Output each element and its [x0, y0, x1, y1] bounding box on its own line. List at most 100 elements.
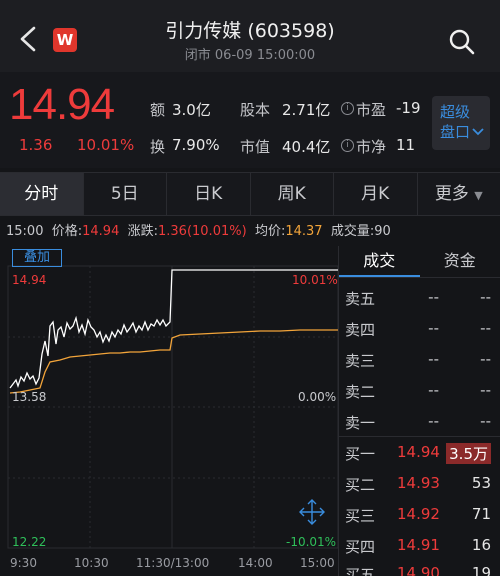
bid-volume: 19: [471, 564, 491, 576]
overlay-button[interactable]: 叠加: [12, 249, 62, 267]
info-volume-value: 90: [374, 224, 391, 239]
average-price-line: [9, 329, 338, 394]
intraday-chart[interactable]: [0, 246, 338, 576]
info-price-label: 价格:: [51, 224, 83, 239]
price-line: [9, 269, 338, 389]
y-axis-prev-close: 13.58: [12, 390, 47, 404]
x-tick: 14:00: [238, 556, 273, 570]
bid-price: 14.94: [397, 443, 440, 461]
y-axis-low: 12.22: [12, 535, 47, 549]
level2-label-line1: 超级: [440, 103, 471, 121]
bid-volume: 53: [471, 474, 491, 492]
bid-row-4: 买四 14.91 16: [339, 532, 500, 560]
ask-price: --: [428, 288, 439, 306]
info-price-value: 14.94: [82, 224, 120, 239]
period-tabs: 分时 5日 日K 周K 月K 更多 ▼: [0, 172, 500, 216]
tab-intraday[interactable]: 分时: [0, 173, 84, 215]
info-time: 15:00: [6, 224, 44, 239]
stock-title: 引力传媒 (603598): [165, 20, 335, 42]
ask-level-label: 卖三: [345, 352, 376, 370]
turnover-rate-label: 换: [150, 138, 166, 156]
pan-arrows-icon: [299, 499, 325, 525]
ask-volume: --: [480, 381, 491, 399]
shares-label: 股本: [240, 101, 271, 119]
tab-monthly-k[interactable]: 月K: [334, 173, 418, 215]
crosshair-info-bar: 15:00 价格:14.94 涨跌:1.36(10.01%) 均价:14.37 …: [0, 218, 500, 246]
ask-row-5: 卖五 -- --: [339, 284, 500, 312]
ask-row-1: 卖一 -- --: [339, 408, 500, 436]
bid-volume: 71: [471, 505, 491, 523]
bid-level-label: 买一: [345, 445, 376, 463]
bid-level-label: 买二: [345, 476, 376, 494]
pb-value: 11: [396, 136, 416, 154]
bid-level-label: 买三: [345, 507, 376, 525]
pe-label: 市盈: [356, 101, 387, 119]
tab-weekly-k[interactable]: 周K: [251, 173, 334, 215]
dropdown-triangle-icon: ▼: [474, 189, 483, 202]
ask-price: --: [428, 319, 439, 337]
bid-row-2: 买二 14.93 53: [339, 470, 500, 498]
pb-label: 市净: [356, 138, 387, 156]
ask-level-label: 卖一: [345, 414, 376, 432]
ask-level-label: 卖五: [345, 290, 376, 308]
level2-label-line2: 盘口: [440, 123, 471, 141]
bid-volume: 16: [471, 536, 491, 554]
turnover-rate-value: 7.90%: [172, 136, 220, 154]
level2-button[interactable]: 超级 盘口: [432, 96, 490, 150]
pct-axis-zero: 0.00%: [298, 390, 337, 404]
info-avg-value: 14.37: [285, 224, 323, 239]
book-divider: [339, 436, 500, 437]
search-icon[interactable]: [448, 28, 476, 56]
ask-volume: --: [480, 319, 491, 337]
chevron-down-icon: [472, 128, 484, 136]
info-avg-label: 均价:: [254, 224, 286, 239]
x-tick: 15:00: [300, 556, 335, 570]
bid-volume: 3.5万: [446, 443, 491, 464]
turnover-value: 3.0亿: [172, 101, 211, 119]
tab-daily-k[interactable]: 日K: [167, 173, 251, 215]
turnover-label: 额: [150, 101, 166, 119]
ask-price: --: [428, 350, 439, 368]
bid-row-3: 买三 14.92 71: [339, 501, 500, 529]
bid-level-label: 买四: [345, 538, 376, 556]
tab-more-label: 更多: [434, 184, 469, 204]
info-volume-label: 成交量:: [330, 224, 375, 239]
ask-row-4: 卖四 -- --: [339, 315, 500, 343]
order-book: 成交 资金 卖五 -- -- 卖四 -- -- 卖三 -- -- 卖二 -- -…: [338, 246, 500, 576]
y-axis-high: 14.94: [12, 273, 47, 287]
tab-trades[interactable]: 成交: [339, 246, 420, 277]
app-header: W 引力传媒 (603598) 闭市 06-09 15:00:00: [0, 0, 500, 72]
market-cap-value: 40.4亿: [282, 138, 331, 156]
market-cap-label: 市值: [240, 138, 271, 156]
ask-price: --: [428, 381, 439, 399]
quote-panel: 14.94 1.36 10.01% 额 3.0亿 股本 2.71亿 i 市盈 -…: [0, 72, 500, 168]
shares-value: 2.71亿: [282, 101, 331, 119]
bid-price: 14.92: [397, 505, 440, 523]
tab-capital-flow[interactable]: 资金: [420, 246, 500, 277]
info-change-value: 1.36(10.01%): [158, 224, 247, 239]
x-tick: 10:30: [74, 556, 109, 570]
pct-axis-high: 10.01%: [292, 273, 338, 287]
pe-value: -19: [396, 99, 421, 117]
market-status: 闭市 06-09 15:00:00: [184, 48, 316, 63]
tab-more[interactable]: 更多 ▼: [418, 173, 500, 215]
info-icon[interactable]: i: [341, 102, 354, 115]
info-icon[interactable]: i: [341, 139, 354, 152]
ask-volume: --: [480, 412, 491, 430]
bid-price: 14.93: [397, 474, 440, 492]
ask-price: --: [428, 412, 439, 430]
ask-volume: --: [480, 350, 491, 368]
ask-row-3: 卖三 -- --: [339, 346, 500, 374]
ask-level-label: 卖四: [345, 321, 376, 339]
bid-row-1: 买一 14.94 3.5万: [339, 439, 500, 467]
bid-price: 14.90: [397, 564, 440, 576]
ask-volume: --: [480, 288, 491, 306]
x-tick: 9:30: [10, 556, 37, 570]
pct-axis-low: -10.01%: [286, 535, 337, 549]
info-change-label: 涨跌:: [127, 224, 158, 239]
ask-level-label: 卖二: [345, 383, 376, 401]
bid-price: 14.91: [397, 536, 440, 554]
tab-5day[interactable]: 5日: [84, 173, 167, 215]
ask-row-2: 卖二 -- --: [339, 377, 500, 405]
price-change-pct: 10.01%: [77, 136, 135, 154]
